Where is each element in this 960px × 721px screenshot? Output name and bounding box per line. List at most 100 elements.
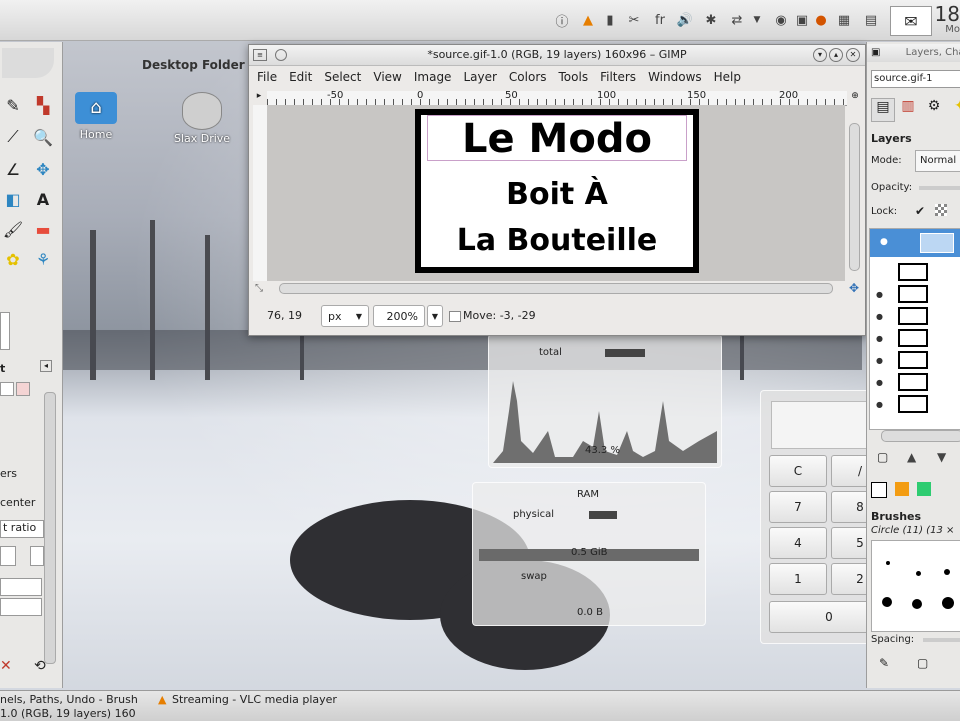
navigate-icon[interactable]: ⤡	[255, 283, 263, 294]
menu-image[interactable]: Image	[414, 70, 452, 84]
keyboard-layout[interactable]: fr	[650, 10, 670, 30]
image-select[interactable]: source.gif-1	[871, 70, 960, 88]
zoom-dropdown-icon[interactable]: ▼	[427, 305, 443, 327]
new-brush-icon[interactable]: ▢	[917, 656, 928, 670]
mode-button[interactable]	[16, 382, 30, 396]
calc-button-clear[interactable]: C	[769, 455, 827, 487]
eye-icon[interactable]: ●	[876, 334, 886, 343]
scissors-icon[interactable]: ✂	[624, 10, 644, 30]
flip-icon[interactable]: ◧	[2, 188, 24, 210]
tool-options-menu-icon[interactable]: ◂	[40, 360, 52, 372]
info-icon[interactable]: ⓘ	[552, 10, 572, 30]
menu-tools[interactable]: Tools	[559, 70, 589, 84]
image-canvas[interactable]: Le Modo Boit À La Bouteille	[415, 109, 699, 273]
edit-brush-icon[interactable]: ✎	[879, 656, 889, 670]
eye-icon[interactable]: ●	[880, 237, 888, 247]
menu-layer[interactable]: Layer	[463, 70, 496, 84]
size-field-2[interactable]	[0, 598, 42, 616]
lock-pixels-icon[interactable]: ✔	[915, 204, 925, 218]
menu-view[interactable]: View	[373, 70, 401, 84]
reset-icon[interactable]: ⟲	[34, 658, 46, 674]
dock-titlebar[interactable]: ▣ Layers, Cha	[867, 44, 960, 62]
slax-drive-icon[interactable]: Slax Drive	[172, 92, 232, 145]
layer-row[interactable]: ●	[876, 349, 960, 371]
layer-row[interactable]: ●	[876, 371, 960, 393]
navigation-icon[interactable]: ✥	[849, 281, 859, 295]
fuzzy-select-icon[interactable]: ✎	[2, 94, 24, 116]
brush-circle[interactable]	[916, 571, 921, 576]
window-icon[interactable]: ▣	[792, 10, 812, 30]
toolbox-scrollbar[interactable]	[44, 392, 56, 664]
layer-row[interactable]: ●	[876, 393, 960, 415]
eye-icon[interactable]: ●	[876, 378, 886, 387]
size-field[interactable]	[0, 546, 16, 566]
mode-select[interactable]: Normal	[915, 150, 960, 172]
heal-icon[interactable]: ✿	[2, 248, 24, 270]
color-picker-icon[interactable]: ⟋	[2, 126, 24, 148]
brush-grid[interactable]	[871, 540, 960, 632]
calc-button-1[interactable]: 1	[769, 563, 827, 595]
size-spin[interactable]	[30, 546, 44, 566]
horizontal-scrollbar[interactable]	[279, 283, 833, 294]
task-gimp-image[interactable]: 1.0 (RGB, 19 layers) 160	[0, 707, 136, 721]
layer-row[interactable]: ●	[876, 305, 960, 327]
network-icon[interactable]: ⇄	[726, 10, 748, 30]
zoom-field[interactable]: 200%	[373, 305, 425, 327]
bluetooth-icon[interactable]: ✱	[702, 10, 720, 30]
eye-icon[interactable]: ●	[876, 312, 886, 321]
lower-layer-icon[interactable]: ▼	[937, 450, 946, 464]
color-select-icon[interactable]: ▚	[32, 94, 54, 116]
chevron-down-icon[interactable]: ▼	[750, 10, 764, 30]
pager-icon[interactable]: ▤	[860, 10, 882, 30]
tab-channels[interactable]: ▥	[897, 98, 919, 120]
desktop-pager-icon[interactable]: ▦	[834, 10, 854, 30]
vertical-scrollbar[interactable]	[849, 123, 860, 271]
text-tool-icon[interactable]: A	[32, 188, 54, 210]
fg-color-swatch[interactable]	[0, 312, 10, 350]
paintbrush-icon[interactable]: 🖌	[2, 218, 24, 240]
brush-circle[interactable]	[882, 597, 892, 607]
brush-circle[interactable]	[912, 599, 922, 609]
position-field[interactable]	[0, 578, 42, 596]
tab-layers[interactable]: ▤	[871, 98, 895, 122]
eye-icon[interactable]: ●	[876, 290, 886, 299]
layer-row-selected[interactable]: ●	[870, 229, 960, 257]
eye-icon[interactable]: ●	[876, 400, 886, 409]
volume-icon[interactable]: 🔊	[674, 10, 696, 30]
clone-icon[interactable]: ⚘	[32, 248, 54, 270]
brush-circle[interactable]	[942, 597, 954, 609]
layer-row[interactable]: ●	[876, 283, 960, 305]
vlc-icon[interactable]: ▲	[578, 10, 598, 30]
menu-filters[interactable]: Filters	[600, 70, 636, 84]
tab-undo[interactable]: ✦	[949, 98, 960, 120]
horizontal-ruler[interactable]: -50 0 50 100 150 200	[267, 91, 847, 106]
new-layer-icon[interactable]: ▢	[877, 450, 888, 464]
mail-icon[interactable]: ✉	[890, 6, 932, 36]
window-titlebar[interactable]: *source.gif-1.0 (RGB, 19 layers) 160x96 …	[249, 45, 865, 66]
menu-help[interactable]: Help	[714, 70, 741, 84]
lock-alpha-icon[interactable]	[935, 204, 947, 216]
clock-time[interactable]: 18	[935, 4, 960, 24]
pin-icon[interactable]	[275, 49, 287, 61]
menu-edit[interactable]: Edit	[289, 70, 312, 84]
eraser-icon[interactable]: ▬	[32, 218, 54, 240]
brush-circle[interactable]	[886, 561, 890, 565]
aspect-ratio-select[interactable]: t ratio	[0, 520, 44, 538]
quick-menu-icon[interactable]: ▸	[253, 91, 265, 103]
close-icon[interactable]: ✕	[846, 48, 860, 62]
spacing-slider[interactable]	[923, 638, 960, 642]
layer-row[interactable]: ●	[876, 327, 960, 349]
menu-colors[interactable]: Colors	[509, 70, 547, 84]
canvas-area[interactable]: Le Modo Boit À La Bouteille	[267, 105, 845, 281]
raise-layer-icon[interactable]: ▲	[907, 450, 916, 464]
app-launcher-icon[interactable]: ◉	[770, 10, 792, 30]
measure-icon[interactable]: ∠	[2, 158, 24, 180]
menu-select[interactable]: Select	[324, 70, 361, 84]
zoom-fit-icon[interactable]: ⊕	[849, 91, 861, 103]
dock-menu-icon[interactable]: ▣	[871, 47, 880, 58]
layers-hscroll[interactable]	[881, 430, 960, 442]
mode-button[interactable]	[0, 382, 14, 396]
patterns-tab[interactable]	[895, 482, 909, 496]
brushes-tab[interactable]	[871, 482, 887, 498]
brush-circle[interactable]	[944, 569, 950, 575]
